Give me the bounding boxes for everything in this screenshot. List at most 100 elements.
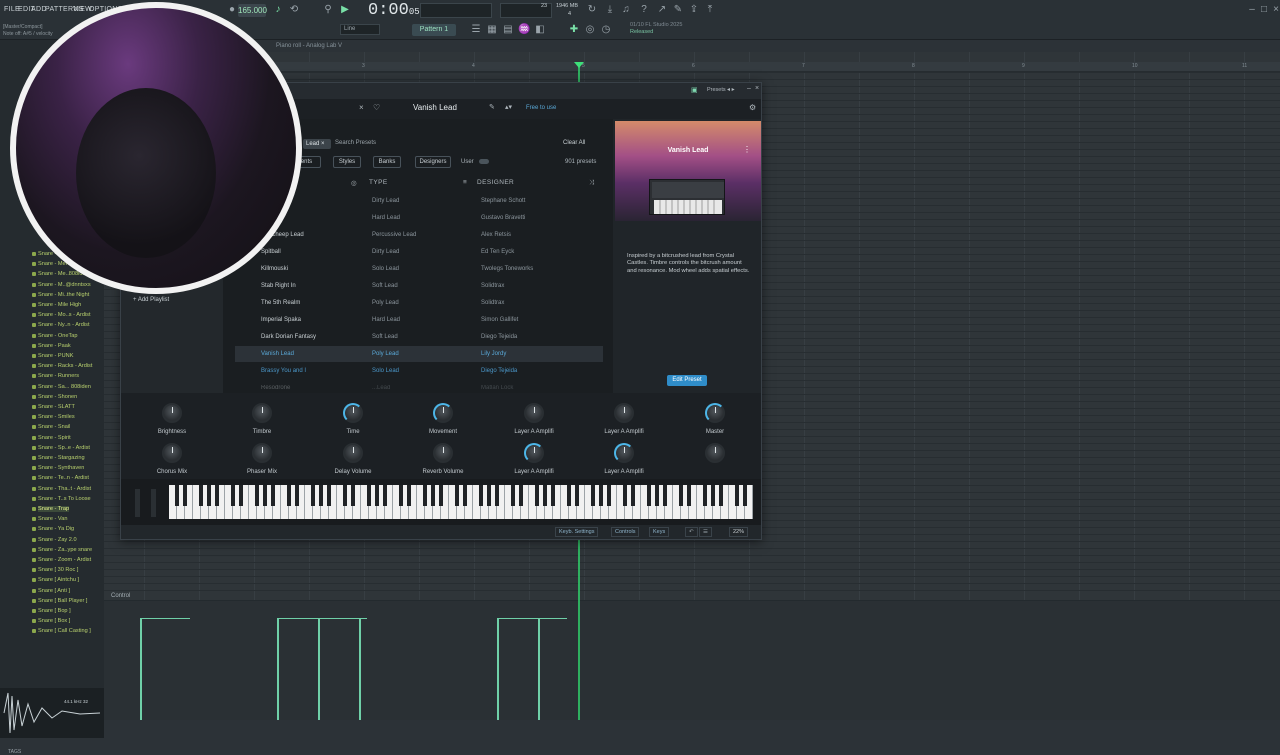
black-key[interactable]: [327, 485, 331, 506]
browser-item[interactable]: Snare - Mi..the Night: [32, 292, 89, 298]
browser-item[interactable]: Snare [ Anti ]: [32, 588, 70, 594]
preset-row[interactable]: Killmouski Solo Lead Twolegs Toneworks: [235, 261, 603, 277]
black-key[interactable]: [239, 485, 243, 506]
black-key[interactable]: [647, 485, 651, 506]
mod-wheel[interactable]: [151, 489, 156, 517]
minimize-icon[interactable]: –: [1246, 4, 1258, 16]
black-key[interactable]: [599, 485, 603, 506]
browser-item[interactable]: Snare - PUNK: [32, 353, 73, 359]
black-key[interactable]: [295, 485, 299, 506]
controls-button[interactable]: Controls: [611, 527, 640, 537]
black-key[interactable]: [543, 485, 547, 506]
black-key[interactable]: [207, 485, 211, 506]
velocity-bar[interactable]: [277, 618, 279, 720]
browser-item[interactable]: Snare - Synthaven: [32, 465, 84, 471]
pitch-wheel[interactable]: [135, 489, 140, 517]
browser-item[interactable]: Snare - Ya Dig: [32, 526, 74, 532]
macro-knob[interactable]: [705, 403, 725, 423]
close-plugin-icon[interactable]: ×: [755, 85, 759, 92]
tools-icon[interactable]: ✎: [672, 4, 684, 16]
channel-rack-icon[interactable]: ▦: [486, 24, 498, 36]
edit-preset-button[interactable]: Edit Preset: [667, 375, 707, 386]
browser-item[interactable]: Snare - Zay 2.0: [32, 537, 77, 543]
tempo-tap-icon[interactable]: ◷: [600, 24, 612, 36]
macro-knob[interactable]: [705, 443, 725, 463]
preset-row[interactable]: Spitball Dirty Lead Ed Ten Eyck: [235, 244, 603, 260]
black-key[interactable]: [383, 485, 387, 506]
browser-item[interactable]: Snare [ 30 Roc ]: [32, 567, 78, 573]
black-key[interactable]: [535, 485, 539, 506]
edit-icon[interactable]: ✎: [489, 103, 495, 111]
presets-icon[interactable]: ▣: [691, 86, 698, 94]
macro-knob[interactable]: [524, 403, 544, 423]
close-icon[interactable]: ×: [1270, 4, 1280, 16]
share-icon[interactable]: ⇪: [688, 4, 700, 16]
browser-item[interactable]: Snare - Trap: [32, 506, 70, 512]
black-key[interactable]: [631, 485, 635, 506]
black-key[interactable]: [623, 485, 627, 506]
black-key[interactable]: [271, 485, 275, 506]
browser-item[interactable]: Snare [ Call Casting ]: [32, 628, 91, 634]
black-key[interactable]: [263, 485, 267, 506]
preset-row[interactable]: Stab Right In Soft Lead Solidtrax: [235, 278, 603, 294]
settings-gear-icon[interactable]: ⚙: [749, 103, 756, 112]
black-key[interactable]: [199, 485, 203, 506]
macro-knob[interactable]: [614, 403, 634, 423]
browser-item[interactable]: Snare [ Ball Player ]: [32, 598, 87, 604]
search-input[interactable]: Search Presets: [335, 140, 376, 146]
browser-item[interactable]: Snare - Te..n - Ardist: [32, 475, 89, 481]
browser-item[interactable]: Snare [ Bop ]: [32, 608, 71, 614]
browser-item[interactable]: Snare - Tha..t - Ardist: [32, 486, 91, 492]
browser-item[interactable]: Snare [ Box ]: [32, 618, 70, 624]
browser-item[interactable]: Snare - Za..ype snare: [32, 547, 92, 553]
filter-styles[interactable]: Styles: [333, 156, 361, 168]
black-key[interactable]: [719, 485, 723, 506]
black-key[interactable]: [551, 485, 555, 506]
piano-keyboard[interactable]: [169, 485, 753, 519]
playhead-marker-icon[interactable]: [574, 62, 584, 68]
browser-item[interactable]: Snare - Mile High: [32, 302, 81, 308]
macro-knob[interactable]: [252, 443, 272, 463]
browser-item[interactable]: Snare - Stargazing: [32, 455, 85, 461]
preset-row[interactable]: Imperial Spaka Hard Lead Simon Gallifet: [235, 312, 603, 328]
pattern-select[interactable]: Pattern 1: [412, 24, 456, 36]
search-chip[interactable]: Lead ×: [303, 139, 331, 149]
browser-item[interactable]: Snare - Snail: [32, 424, 70, 430]
preset-row[interactable]: Vanish Lead Poly Lead Lily Jordy: [235, 346, 603, 362]
download-icon[interactable]: ⤓: [604, 4, 616, 16]
browser-item[interactable]: Snare - Mo..s - Ardist: [32, 312, 91, 318]
black-key[interactable]: [663, 485, 667, 506]
black-key[interactable]: [375, 485, 379, 506]
black-key[interactable]: [311, 485, 315, 506]
tags-label[interactable]: TAGS: [8, 749, 21, 755]
preset-row[interactable]: ...p Cheep Lead Percussive Lead Alex Retsi…: [235, 227, 603, 243]
control-label[interactable]: Control: [111, 593, 130, 599]
timeline-ruler[interactable]: 234567891011: [104, 62, 1280, 72]
black-key[interactable]: [215, 485, 219, 506]
black-key[interactable]: [735, 485, 739, 506]
history-icon[interactable]: ☰: [699, 527, 712, 537]
browser-item[interactable]: Snare - SLATT: [32, 404, 75, 410]
black-key[interactable]: [511, 485, 515, 506]
browser-item[interactable]: Snare - Paak: [32, 343, 71, 349]
black-key[interactable]: [703, 485, 707, 506]
black-key[interactable]: [479, 485, 483, 506]
black-key[interactable]: [679, 485, 683, 506]
black-key[interactable]: [495, 485, 499, 506]
browser-item[interactable]: Snare - Runners: [32, 373, 79, 379]
user-toggle[interactable]: [479, 159, 489, 164]
midi-icon[interactable]: ◎: [584, 24, 596, 36]
black-key[interactable]: [463, 485, 467, 506]
column-designer[interactable]: DESIGNER: [477, 179, 514, 186]
black-key[interactable]: [519, 485, 523, 506]
black-key[interactable]: [175, 485, 179, 506]
black-key[interactable]: [591, 485, 595, 506]
preset-name[interactable]: Vanish Lead: [413, 103, 457, 112]
playlist-icon[interactable]: ♒: [518, 24, 530, 36]
black-key[interactable]: [351, 485, 355, 506]
preset-row[interactable]: Brassy You and I Solo Lead Diego Tejeida: [235, 363, 603, 379]
velocity-bar[interactable]: [140, 618, 142, 720]
type-sort-icon[interactable]: ◎: [351, 179, 357, 187]
more-options-icon[interactable]: ⋮: [743, 145, 751, 154]
browser-item[interactable]: Snare - Racks - Ardist: [32, 363, 92, 369]
